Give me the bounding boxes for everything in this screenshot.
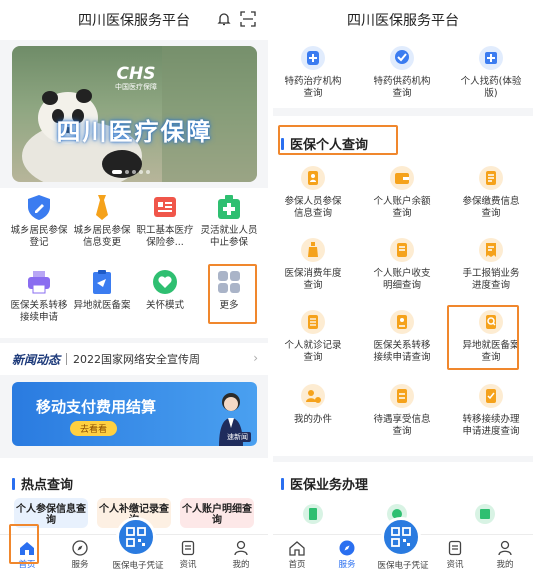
shield-pen-icon	[28, 195, 50, 220]
tab-mine[interactable]: 我的	[483, 540, 527, 570]
qr-code-icon	[116, 517, 156, 557]
query-insured-info[interactable]: 参保人员参保信息查询	[281, 164, 345, 220]
ledger-icon	[390, 238, 414, 262]
person-task-icon	[301, 384, 325, 408]
hot-query-title: 热点查询	[12, 474, 73, 493]
person-doc-icon	[301, 166, 325, 190]
compass-icon	[339, 540, 355, 556]
query-visit-record[interactable]: 个人就诊记录查询	[281, 308, 345, 364]
news-tag: 新闻动态	[12, 352, 61, 367]
tab-bar: 首页 服务 医保电子凭证 资讯 我的	[0, 517, 268, 574]
presenter-badge: 速新闻	[224, 432, 251, 442]
business-item-icon	[475, 504, 495, 524]
user-icon	[498, 540, 512, 556]
pharmacy-icon	[390, 46, 414, 70]
medicine-box-icon	[479, 46, 503, 70]
chevron-right-icon: ›	[253, 351, 258, 365]
scan-icon[interactable]	[240, 11, 256, 27]
tie-icon	[96, 195, 108, 220]
business-title: 医保业务办理	[281, 474, 368, 493]
news-icon	[448, 540, 462, 556]
medical-kit-icon	[218, 195, 240, 219]
user-icon	[234, 540, 248, 556]
record-icon	[301, 310, 325, 334]
home-screen: 四川医保服务平台 CHS 中国医疗保障 四川医疗保障 城乡居民参保登记 城乡居民…	[0, 0, 268, 574]
banner-carousel[interactable]: CHS 中国医疗保障 四川医疗保障	[12, 46, 257, 182]
news-headline[interactable]: 2022国家网络安全宣传周	[73, 351, 200, 367]
hot-card-account-detail[interactable]: 个人账户明细查询	[180, 498, 254, 528]
wallet-icon	[390, 166, 414, 190]
promo-banner[interactable]: 移动支付费用结算 去看看 速新闻	[12, 382, 257, 446]
top-bar: 四川医保服务平台	[273, 0, 533, 40]
special-treatment-item[interactable]: 特药治疗机构查询	[281, 44, 345, 100]
my-tasks[interactable]: 我的办件	[281, 382, 345, 426]
highlight-more	[208, 264, 257, 324]
query-payment-info[interactable]: 参保缴费信息查询	[459, 164, 523, 220]
tab-service[interactable]: 服务	[58, 540, 102, 570]
query-annual-consumption[interactable]: 医保消费年度查询	[281, 236, 345, 292]
document-list-icon	[154, 197, 176, 217]
tab-bar: 首页 服务 医保电子凭证 资讯 我的	[273, 517, 533, 574]
query-transfer-application[interactable]: 医保关系转移接续申请查询	[370, 308, 434, 364]
query-manual-reimburse[interactable]: 手工报销业务进度查询	[459, 236, 523, 292]
transfer-icon	[390, 310, 414, 334]
grid-item-resident-enroll[interactable]: 城乡居民参保登记	[8, 193, 70, 249]
printer-icon	[28, 271, 50, 294]
app-title: 四川医保服务平台	[347, 13, 459, 29]
qr-code-icon	[381, 517, 421, 557]
tab-news[interactable]: 资讯	[433, 540, 477, 570]
query-transfer-progress[interactable]: 转移接续办理申请进度查询	[459, 382, 523, 438]
grid-item-care-mode[interactable]: 关怀模式	[134, 268, 196, 312]
compass-icon	[72, 540, 88, 556]
benefit-icon	[390, 384, 414, 408]
news-icon	[181, 540, 195, 556]
highlight-remote-filing-query	[447, 305, 519, 370]
app-title: 四川医保服务平台	[78, 13, 190, 29]
grid-item-employee-insurance[interactable]: 职工基本医疗保险参...	[134, 193, 196, 249]
query-account-balance[interactable]: 个人账户余额查询	[370, 164, 434, 220]
tab-home[interactable]: 首页	[275, 540, 319, 570]
bell-icon[interactable]	[216, 11, 232, 27]
highlight-home-tab	[9, 524, 39, 564]
grid-item-remote-filing[interactable]: 异地就医备案	[71, 268, 133, 312]
grid-item-resident-change[interactable]: 城乡居民参保信息变更	[71, 193, 133, 249]
grid-item-relation-transfer[interactable]: 医保关系转移接续申请	[8, 268, 70, 324]
home-icon	[289, 541, 305, 556]
receipt-icon	[479, 238, 503, 262]
news-bar[interactable]: 新闻动态 2022国家网络安全宣传周 ›	[0, 343, 268, 375]
hospital-icon	[301, 46, 325, 70]
tab-news[interactable]: 资讯	[166, 540, 210, 570]
heart-hand-icon	[153, 270, 177, 294]
carousel-dots	[112, 170, 150, 174]
tab-mine[interactable]: 我的	[219, 540, 263, 570]
highlight-personal-query	[278, 125, 398, 155]
progress-icon	[479, 384, 503, 408]
find-medicine-item[interactable]: 个人找药(体验版)	[459, 44, 523, 100]
payment-doc-icon	[479, 166, 503, 190]
grid-item-flexible-stop[interactable]: 灵活就业人员中止参保	[198, 193, 260, 249]
special-supply-item[interactable]: 特药供药机构查询	[370, 44, 434, 100]
bottle-icon	[301, 238, 325, 262]
clipboard-icon	[93, 270, 111, 294]
top-bar: 四川医保服务平台	[0, 0, 268, 40]
promo-button[interactable]: 去看看	[70, 421, 118, 436]
query-benefit-info[interactable]: 待遇享受信息查询	[370, 382, 434, 438]
banner-text: 四川医疗保障	[56, 118, 213, 146]
service-screen: 四川医保服务平台 特药治疗机构查询 特药供药机构查询 个人找药(体验版) 医保个…	[273, 0, 533, 574]
promo-title: 移动支付费用结算	[36, 398, 157, 416]
chs-logo: CHS 中国医疗保障	[115, 64, 157, 91]
query-account-detail[interactable]: 个人账户收支明细查询	[370, 236, 434, 292]
business-item-icon	[303, 504, 323, 524]
